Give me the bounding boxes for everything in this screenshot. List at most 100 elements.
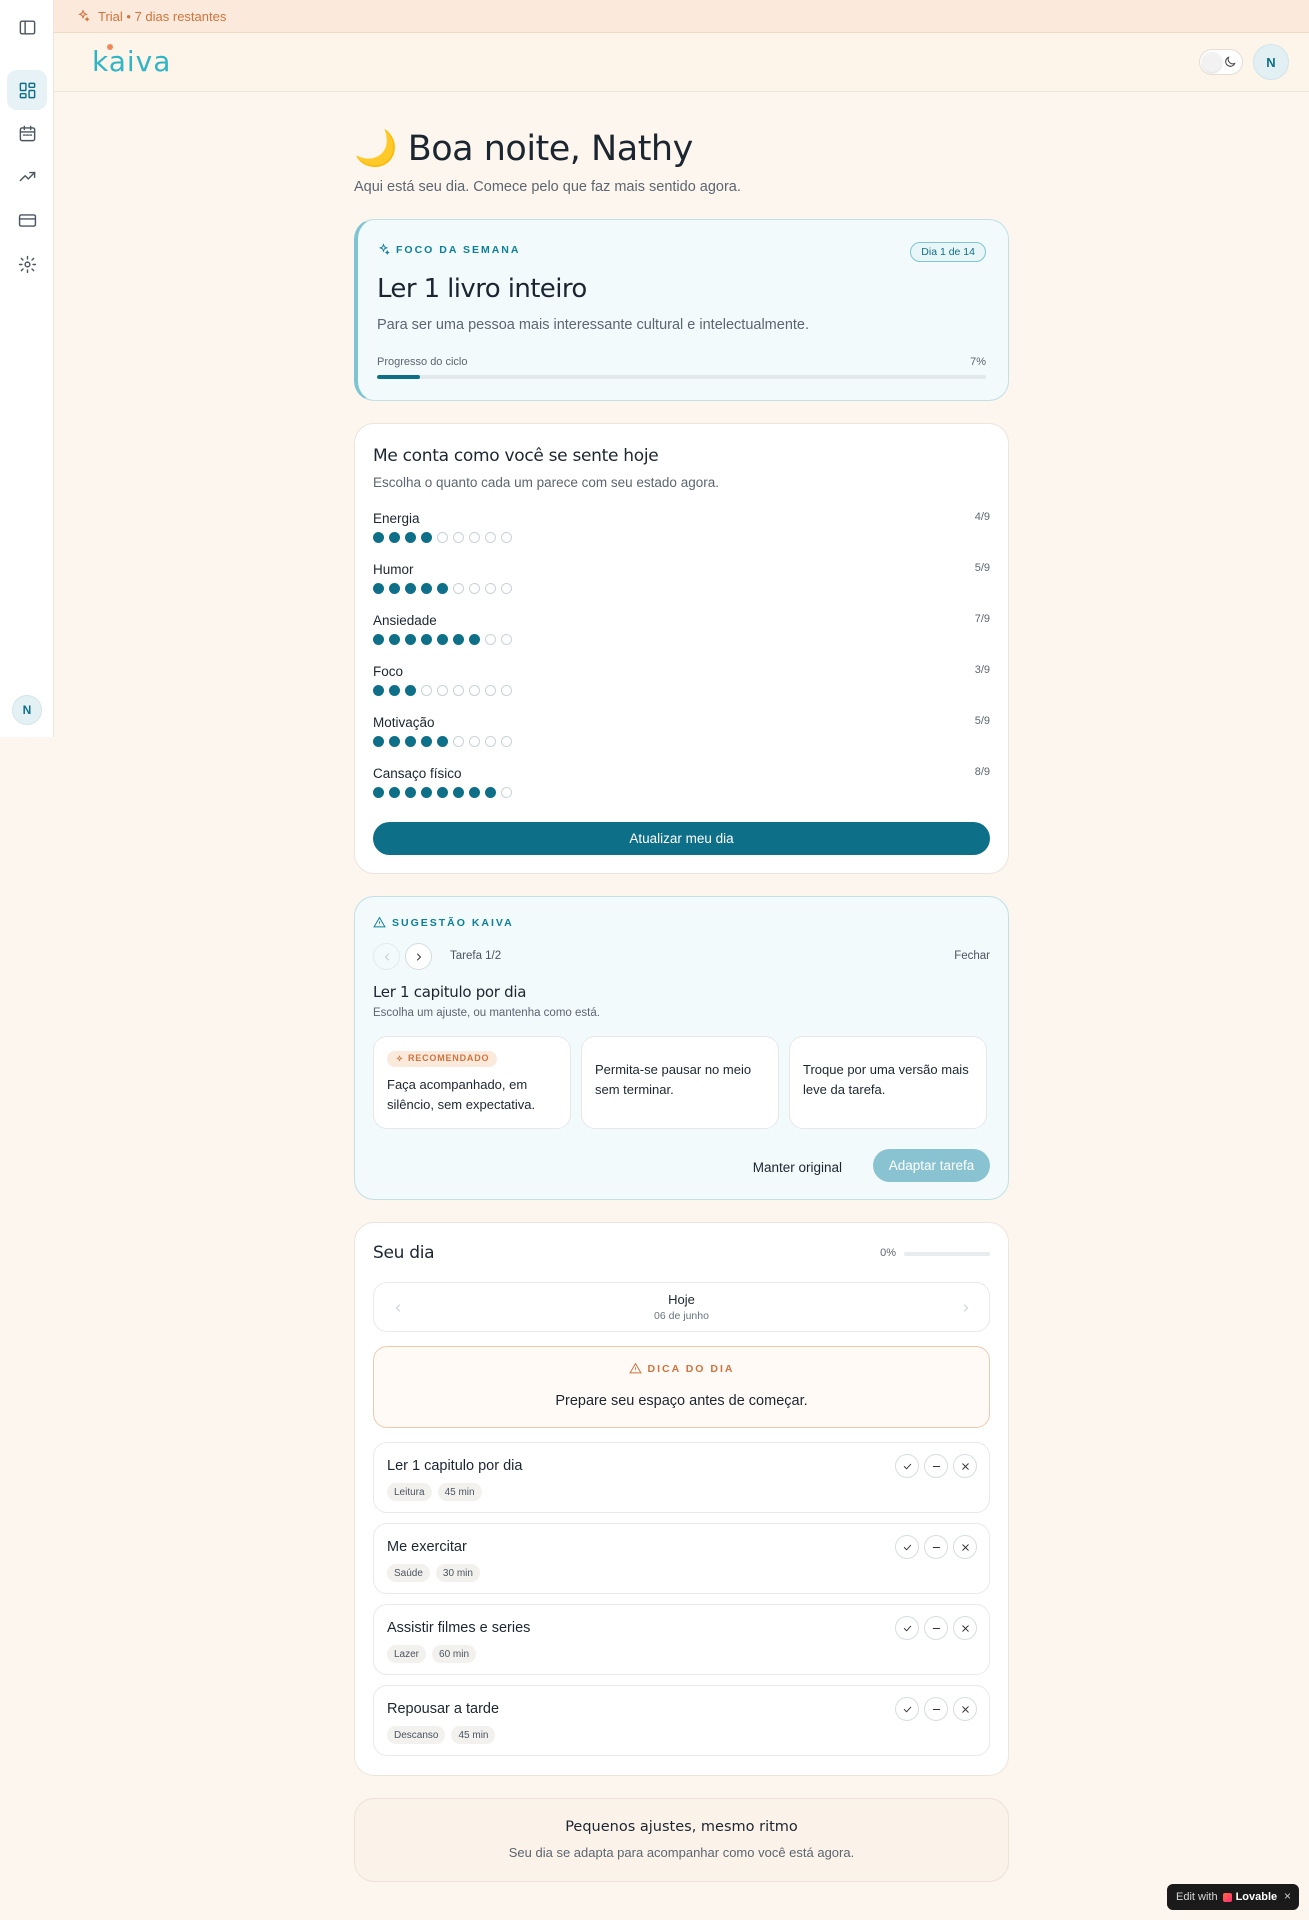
rating-dot[interactable] — [469, 787, 480, 798]
close-lovable-badge[interactable]: × — [1284, 1889, 1291, 1903]
sidebar-item-billing[interactable] — [7, 200, 47, 240]
task-skip-button[interactable] — [953, 1454, 977, 1478]
rating-dot[interactable] — [405, 532, 416, 543]
rating-dot[interactable] — [437, 685, 448, 696]
rating-dot[interactable] — [469, 685, 480, 696]
task-partial-button[interactable] — [924, 1616, 948, 1640]
rating-dot[interactable] — [373, 532, 384, 543]
rating-dot[interactable] — [485, 736, 496, 747]
rating-dot[interactable] — [469, 736, 480, 747]
sidebar-item-progress[interactable] — [7, 156, 47, 196]
rating-dot[interactable] — [453, 736, 464, 747]
rating-dot[interactable] — [373, 685, 384, 696]
task-item[interactable]: Me exercitar Saúde 30 min — [373, 1523, 990, 1594]
rating-dot[interactable] — [485, 685, 496, 696]
rating-dot[interactable] — [421, 787, 432, 798]
rating-dot[interactable] — [453, 685, 464, 696]
rating-dot[interactable] — [437, 736, 448, 747]
sidebar-toggle-button[interactable] — [7, 7, 47, 47]
rating-dot[interactable] — [389, 634, 400, 645]
suggestion-option-1[interactable]: RECOMENDADO Faça acompanhado, em silênci… — [373, 1036, 571, 1129]
rating-dot[interactable] — [373, 787, 384, 798]
metric-dots — [373, 685, 512, 696]
rating-dot[interactable] — [485, 583, 496, 594]
rating-dot[interactable] — [469, 634, 480, 645]
focus-title: Ler 1 livro inteiro — [377, 274, 587, 304]
rating-dot[interactable] — [389, 736, 400, 747]
rating-dot[interactable] — [373, 736, 384, 747]
rating-dot[interactable] — [437, 532, 448, 543]
rating-dot[interactable] — [453, 634, 464, 645]
keep-original-button[interactable]: Manter original — [743, 1151, 852, 1183]
close-suggestion-link[interactable]: Fechar — [954, 950, 990, 962]
user-avatar[interactable]: N — [1253, 44, 1289, 80]
task-done-button[interactable] — [895, 1535, 919, 1559]
rating-dot[interactable] — [501, 532, 512, 543]
rating-dot[interactable] — [501, 787, 512, 798]
rating-dot[interactable] — [453, 532, 464, 543]
rating-dot[interactable] — [501, 583, 512, 594]
metric-dots — [373, 736, 512, 747]
edit-with-lovable-badge[interactable]: Edit with Lovable × — [1167, 1884, 1299, 1910]
rating-dot[interactable] — [389, 532, 400, 543]
rating-dot[interactable] — [485, 787, 496, 798]
task-skip-button[interactable] — [953, 1535, 977, 1559]
next-day-button[interactable] — [952, 1294, 979, 1321]
suggestion-option-3[interactable]: Troque por uma versão mais leve da taref… — [789, 1036, 987, 1129]
rating-dot[interactable] — [389, 787, 400, 798]
rating-dot[interactable] — [437, 583, 448, 594]
task-skip-button[interactable] — [953, 1616, 977, 1640]
rating-dot[interactable] — [485, 634, 496, 645]
lovable-brand: Lovable — [1235, 1891, 1278, 1903]
rating-dot[interactable] — [405, 685, 416, 696]
suggestion-option-2[interactable]: Permita-se pausar no meio sem terminar. — [581, 1036, 779, 1129]
task-skip-button[interactable] — [953, 1697, 977, 1721]
task-item[interactable]: Ler 1 capitulo por dia Leitura 45 min — [373, 1442, 990, 1513]
rating-dot[interactable] — [501, 736, 512, 747]
update-day-button[interactable]: Atualizar meu dia — [373, 822, 990, 855]
theme-toggle[interactable] — [1199, 49, 1243, 75]
rating-dot[interactable] — [469, 532, 480, 543]
rating-dot[interactable] — [421, 583, 432, 594]
task-duration-tag: 45 min — [451, 1726, 496, 1744]
rating-dot[interactable] — [453, 583, 464, 594]
rating-dot[interactable] — [437, 634, 448, 645]
rating-dot[interactable] — [421, 685, 432, 696]
rating-dot[interactable] — [501, 634, 512, 645]
rating-dot[interactable] — [469, 583, 480, 594]
prev-suggestion-button[interactable] — [373, 943, 400, 970]
rating-dot[interactable] — [405, 583, 416, 594]
rating-dot[interactable] — [421, 736, 432, 747]
task-partial-button[interactable] — [924, 1454, 948, 1478]
rating-dot[interactable] — [389, 685, 400, 696]
task-done-button[interactable] — [895, 1616, 919, 1640]
rating-dot[interactable] — [405, 787, 416, 798]
rating-dot[interactable] — [373, 634, 384, 645]
rating-dot[interactable] — [389, 583, 400, 594]
rating-dot[interactable] — [437, 787, 448, 798]
rating-dot[interactable] — [501, 685, 512, 696]
rating-dot[interactable] — [485, 532, 496, 543]
metric-dots — [373, 532, 512, 543]
task-item[interactable]: Assistir filmes e series Lazer 60 min — [373, 1604, 990, 1675]
task-done-button[interactable] — [895, 1454, 919, 1478]
sidebar-avatar[interactable]: N — [12, 695, 42, 725]
sidebar-item-dashboard[interactable] — [7, 70, 47, 110]
rating-dot[interactable] — [405, 634, 416, 645]
chevron-left-icon — [384, 953, 389, 960]
rating-dot[interactable] — [373, 583, 384, 594]
adapt-task-button[interactable]: Adaptar tarefa — [873, 1149, 990, 1182]
task-item[interactable]: Repousar a tarde Descanso 45 min — [373, 1685, 990, 1756]
task-partial-button[interactable] — [924, 1535, 948, 1559]
rating-dot[interactable] — [453, 787, 464, 798]
rating-dot[interactable] — [421, 634, 432, 645]
sidebar-item-settings[interactable] — [7, 244, 47, 284]
next-suggestion-button[interactable] — [405, 943, 432, 970]
kaiva-logo[interactable]: kaiva — [92, 45, 171, 78]
rating-dot[interactable] — [421, 532, 432, 543]
sidebar-item-calendar[interactable] — [7, 113, 47, 153]
task-partial-button[interactable] — [924, 1697, 948, 1721]
task-done-button[interactable] — [895, 1697, 919, 1721]
date-subtitle: 06 de junho — [654, 1310, 709, 1322]
rating-dot[interactable] — [405, 736, 416, 747]
